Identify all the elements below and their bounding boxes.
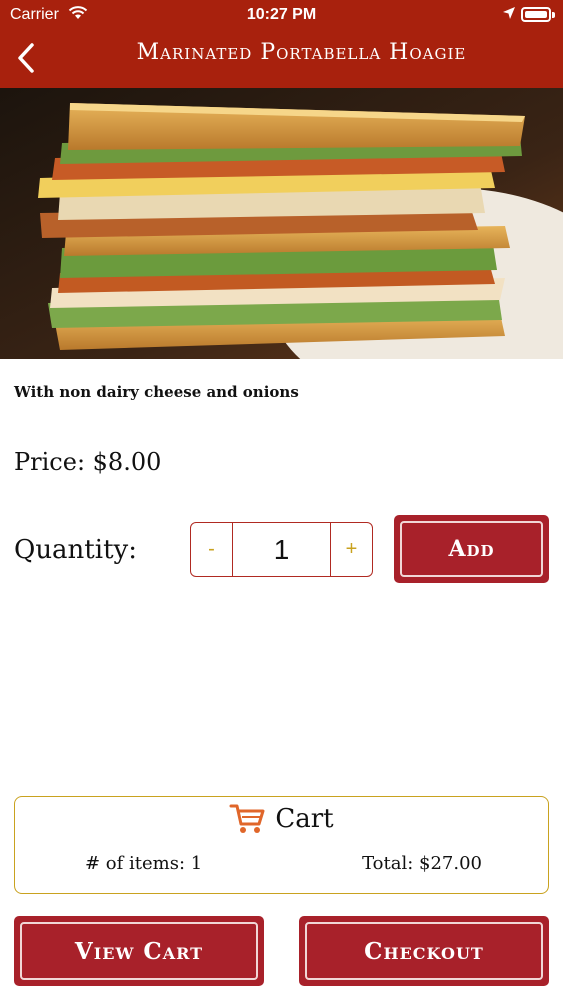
battery-icon [521, 7, 551, 22]
product-image [0, 88, 563, 359]
quantity-label: Quantity: [14, 535, 137, 565]
battery-tip [552, 12, 555, 18]
header-bar: Carrier 10:27 PM Marinated Portabella Ho… [0, 0, 563, 88]
status-time: 10:27 PM [246, 6, 317, 23]
chevron-left-icon [18, 43, 34, 73]
cart-title: Cart [275, 804, 334, 834]
quantity-stepper: - 1 + [190, 522, 373, 577]
page-title: Marinated Portabella Hoagie [136, 40, 467, 65]
checkout-label: Checkout [305, 922, 543, 980]
cart-header: Cart [15, 803, 548, 835]
add-button[interactable]: Add [394, 515, 549, 583]
status-bar: Carrier 10:27 PM [0, 0, 563, 30]
quantity-value[interactable]: 1 [232, 523, 331, 576]
location-arrow-icon [502, 6, 516, 25]
view-cart-button[interactable]: View Cart [14, 916, 264, 986]
cart-item-count: # of items: 1 [85, 853, 203, 874]
product-price: Price: $8.00 [14, 448, 162, 476]
cart-total: Total: $27.00 [362, 853, 482, 874]
shopping-cart-icon [229, 803, 265, 835]
back-button[interactable] [12, 40, 42, 76]
view-cart-label: View Cart [20, 922, 258, 980]
decrement-button[interactable]: - [191, 523, 232, 576]
increment-button[interactable]: + [331, 523, 372, 576]
product-description: With non dairy cheese and onions [14, 383, 299, 401]
add-button-label: Add [400, 521, 543, 577]
checkout-button[interactable]: Checkout [299, 916, 549, 986]
cart-summary: Cart # of items: 1 Total: $27.00 [14, 796, 549, 894]
